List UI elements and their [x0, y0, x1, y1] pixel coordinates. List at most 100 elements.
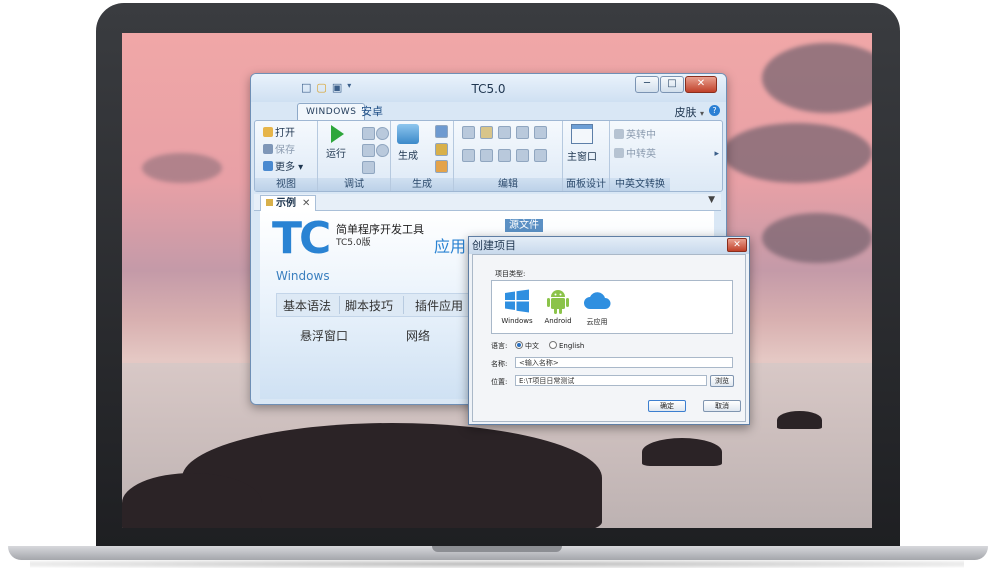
- tc-logo: TC: [272, 213, 331, 264]
- cut-icon[interactable]: [462, 126, 475, 139]
- lang-option-chinese[interactable]: 中文: [515, 341, 539, 351]
- main-window-button[interactable]: 主窗口: [567, 124, 597, 163]
- tab-list-icon[interactable]: ▼: [708, 195, 715, 205]
- indent-icon[interactable]: [498, 149, 511, 162]
- open-button[interactable]: 打开: [263, 124, 295, 139]
- build-icon: [397, 124, 419, 144]
- group-label-edit: 编辑: [454, 178, 562, 191]
- en-to-cn-label: 英转中: [626, 130, 656, 141]
- skin-label: 皮肤: [674, 106, 697, 119]
- delete-icon[interactable]: [516, 126, 529, 139]
- laptop-shadow: [30, 560, 964, 568]
- tab-example[interactable]: 示例 ✕: [260, 195, 317, 211]
- name-input[interactable]: <输入名称>: [515, 357, 733, 368]
- stop-icon[interactable]: [362, 161, 375, 174]
- main-window-label: 主窗口: [567, 152, 597, 163]
- group-label-panel-design: 面板设计: [563, 178, 609, 191]
- sign-icon[interactable]: [435, 143, 448, 156]
- help-icon[interactable]: ?: [709, 105, 720, 116]
- nav-script-tips[interactable]: 脚本技巧: [345, 297, 393, 314]
- more-icon: [263, 161, 273, 171]
- cloud: [142, 153, 222, 183]
- close-button[interactable]: ✕: [685, 76, 717, 93]
- cloud-icon: [572, 285, 622, 317]
- maximize-button[interactable]: □: [660, 76, 684, 93]
- dialog-close-button[interactable]: ✕: [727, 238, 747, 252]
- skin-menu[interactable]: 皮肤 ▾: [674, 104, 704, 120]
- rock: [122, 473, 262, 528]
- group-convert: 英转中 中转英 中英文转换: [610, 121, 670, 191]
- radio-english: [549, 341, 557, 349]
- source-file-badge[interactable]: 源文件: [505, 219, 543, 232]
- android-type-label: Android: [544, 317, 572, 325]
- run-button[interactable]: 运行: [326, 123, 346, 160]
- paste-icon[interactable]: [480, 126, 493, 139]
- example-icon: [266, 199, 273, 206]
- save-icon: [263, 144, 273, 154]
- lang-english-label: English: [559, 342, 585, 350]
- select-icon[interactable]: [534, 126, 547, 139]
- open-label: 打开: [275, 128, 295, 139]
- laptop-notch: [432, 546, 562, 552]
- clear-breakpoint-icon[interactable]: [376, 144, 389, 157]
- run-label: 运行: [326, 149, 346, 160]
- cloud: [762, 213, 872, 263]
- cloud-type-label: 云应用: [586, 318, 608, 326]
- folder-icon[interactable]: [435, 160, 448, 173]
- tab-android[interactable]: 安卓: [353, 103, 391, 120]
- version-label: TC5.0版: [336, 238, 371, 248]
- windows-type-label: Windows: [501, 317, 533, 325]
- radio-chinese: [515, 341, 523, 349]
- location-input[interactable]: E:\T项目日常测试: [515, 375, 707, 386]
- undo-icon[interactable]: [462, 149, 475, 162]
- copy-icon[interactable]: [498, 126, 511, 139]
- project-type-list: Windows Android 云应用: [491, 280, 733, 334]
- package-icon[interactable]: [435, 125, 448, 138]
- sub-network[interactable]: 网络: [406, 327, 430, 344]
- project-type-cloud[interactable]: 云应用: [572, 285, 622, 327]
- cn-to-en-button[interactable]: 中转英: [614, 145, 656, 160]
- redo-icon[interactable]: [480, 149, 493, 162]
- step-over-icon[interactable]: [362, 144, 375, 157]
- build-button[interactable]: 生成: [397, 124, 419, 162]
- windows-section-label: Windows: [276, 269, 330, 283]
- rock: [642, 438, 722, 466]
- save-button[interactable]: 保存: [263, 141, 295, 156]
- more-button[interactable]: 更多 ▾: [263, 158, 303, 173]
- dialog-title-bar[interactable]: 创建项目: [469, 237, 749, 254]
- application-label: 应用: [434, 237, 467, 256]
- project-type-label: 项目类型:: [495, 270, 526, 278]
- minimize-button[interactable]: ─: [635, 76, 659, 93]
- location-label: 位置:: [491, 378, 508, 386]
- translate-icon: [614, 129, 624, 139]
- nav-plugin-apps[interactable]: 插件应用: [415, 297, 463, 314]
- more-label: 更多: [275, 162, 295, 173]
- close-tab-icon[interactable]: ✕: [302, 198, 310, 209]
- format-icon[interactable]: [534, 149, 547, 162]
- create-project-dialog: 创建项目 ✕ 项目类型: Windows Android 云应用 语言: 中文 …: [468, 236, 750, 425]
- group-panel-design: 主窗口 面板设计: [563, 121, 610, 191]
- step-icon[interactable]: [362, 127, 375, 140]
- breakpoint-icon[interactable]: [376, 127, 389, 140]
- lang-option-english[interactable]: English: [549, 341, 584, 350]
- save-label: 保存: [275, 145, 295, 156]
- group-debug: 运行 调试: [318, 121, 391, 191]
- en-to-cn-button[interactable]: 英转中: [614, 126, 656, 141]
- ribbon: 打开 保存 更多 ▾ 视图 运行 调试 生成 生成 编辑 主窗口 面板设计 英转…: [254, 120, 723, 192]
- browse-button[interactable]: 浏览: [710, 375, 734, 387]
- cancel-button[interactable]: 取消: [703, 400, 741, 412]
- sub-floating-window[interactable]: 悬浮窗口: [300, 327, 348, 344]
- title-bar[interactable]: □ ▢ ▣ ▾ TC5.0 ─ □ ✕: [251, 74, 726, 102]
- tab-example-label: 示例: [276, 198, 296, 209]
- translate-icon: [614, 148, 624, 158]
- build-label: 生成: [398, 151, 418, 162]
- nav-divider: [403, 296, 404, 314]
- open-folder-icon: [263, 127, 273, 137]
- play-icon: [331, 125, 344, 143]
- nav-basic-syntax[interactable]: 基本语法: [283, 297, 331, 314]
- outdent-icon[interactable]: [516, 149, 529, 162]
- language-label: 语言:: [491, 342, 508, 350]
- chevron-right-icon[interactable]: ▸: [714, 149, 719, 159]
- ok-button[interactable]: 确定: [648, 400, 686, 412]
- group-label-build: 生成: [391, 178, 453, 191]
